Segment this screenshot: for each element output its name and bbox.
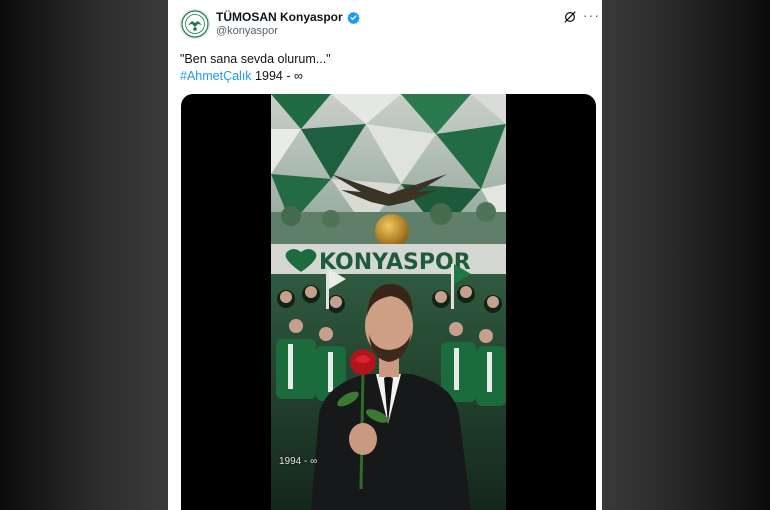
grok-icon[interactable] bbox=[563, 10, 577, 24]
tweet-card[interactable]: TÜMOSAN Konyaspor @konyaspor ··· "Ben sa… bbox=[168, 0, 602, 510]
konyaspor-logo bbox=[181, 10, 209, 38]
media-video[interactable]: KONYASPOR 1994 - ∞ bbox=[181, 94, 596, 510]
avatar[interactable] bbox=[180, 9, 210, 39]
memorial-photo[interactable]: KONYASPOR bbox=[271, 94, 506, 510]
video-overlay-text: 1994 - ∞ bbox=[279, 456, 318, 467]
handle[interactable]: @konyaspor bbox=[216, 25, 278, 37]
verified-badge-icon bbox=[346, 11, 360, 24]
tweet-text-year: 1994 - ∞ bbox=[251, 69, 303, 83]
background-left bbox=[0, 0, 168, 510]
photo-illustration: KONYASPOR bbox=[271, 94, 506, 510]
more-icon[interactable]: ··· bbox=[583, 8, 600, 22]
tweet-text-line2: #AhmetÇalık 1994 - ∞ bbox=[180, 69, 303, 83]
background-right bbox=[602, 0, 770, 510]
display-name[interactable]: TÜMOSAN Konyaspor bbox=[216, 10, 343, 24]
name-row: TÜMOSAN Konyaspor bbox=[216, 10, 360, 24]
tweet-text-line1: "Ben sana sevda olurum..." bbox=[180, 52, 331, 66]
konyaspor-sign-text: KONYASPOR bbox=[319, 250, 471, 275]
hashtag-link[interactable]: #AhmetÇalık bbox=[180, 69, 252, 83]
